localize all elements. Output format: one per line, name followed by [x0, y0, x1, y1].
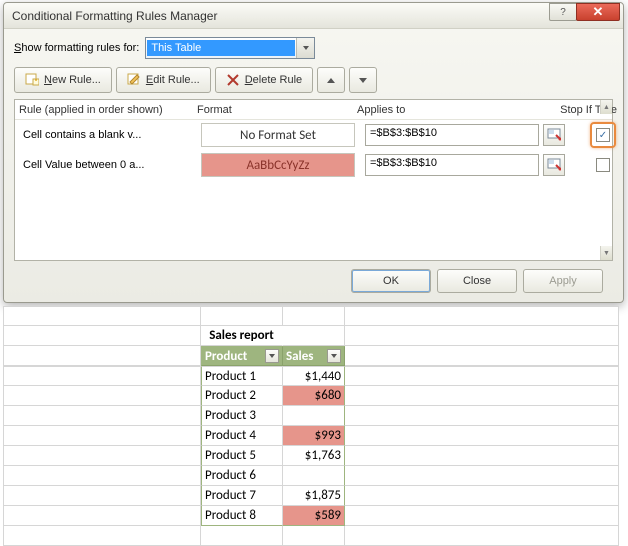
table-cell-sales[interactable]: $1,875: [283, 486, 345, 506]
table-cell-product[interactable]: Product 7: [201, 486, 283, 506]
col-applies: Applies to: [357, 104, 557, 116]
grid-cell[interactable]: [3, 526, 201, 546]
scroll-up-button[interactable]: ▲: [600, 100, 612, 114]
triangle-down-icon: [359, 78, 367, 83]
table-cell-sales[interactable]: $680: [283, 386, 345, 406]
grid-cell[interactable]: [3, 506, 201, 526]
show-rules-for-value: This Table: [147, 40, 295, 56]
table-cell-sales[interactable]: $1,763: [283, 446, 345, 466]
range-selector-button[interactable]: [543, 154, 565, 176]
grid-cell[interactable]: [345, 366, 619, 386]
rule-row[interactable]: Cell Value between 0 a... AaBbCcYyZz =$B$3…: [15, 150, 612, 180]
table-header-sales[interactable]: Sales: [283, 346, 345, 366]
table-cell-product[interactable]: Product 4: [201, 426, 283, 446]
grid-cell[interactable]: [345, 306, 619, 326]
table-cell-sales[interactable]: [283, 406, 345, 426]
grid-cell[interactable]: [3, 326, 201, 346]
stop-if-true-wrap: [573, 158, 628, 172]
grid-cell[interactable]: [283, 326, 345, 346]
dialog-title: Conditional Formatting Rules Manager: [12, 9, 312, 23]
grid-cell[interactable]: [3, 466, 201, 486]
col-rule: Rule (applied in order shown): [19, 104, 197, 116]
filter-button[interactable]: [265, 349, 279, 363]
grid-cell[interactable]: [345, 466, 619, 486]
range-selector-icon: [547, 128, 561, 142]
move-up-button[interactable]: [317, 67, 345, 93]
edit-rule-button[interactable]: Edit Rule...: [116, 67, 211, 93]
grid-cell[interactable]: [201, 306, 283, 326]
delete-icon: [226, 73, 240, 87]
grid-cell[interactable]: [345, 426, 619, 446]
grid-cell[interactable]: [345, 326, 619, 346]
table-cell-sales[interactable]: $1,440: [283, 366, 345, 386]
table-cell-product[interactable]: Product 1: [201, 366, 283, 386]
table-cell-product[interactable]: Product 6: [201, 466, 283, 486]
stop-if-true-wrap: ✓: [573, 122, 628, 148]
table-header-product[interactable]: Product: [201, 346, 283, 366]
apply-button[interactable]: Apply: [523, 269, 603, 293]
grid-cell[interactable]: [345, 346, 619, 366]
new-rule-button[interactable]: New Rule...: [14, 67, 112, 93]
close-button[interactable]: Close: [437, 269, 517, 293]
stop-if-true-checkbox[interactable]: ✓: [596, 128, 610, 142]
table-cell-product[interactable]: Product 2: [201, 386, 283, 406]
new-rule-icon: [25, 73, 39, 87]
ok-button[interactable]: OK: [351, 269, 431, 293]
grid-cell[interactable]: [345, 386, 619, 406]
spreadsheet[interactable]: Sales report Product Sales Product 1$1,4…: [3, 306, 625, 546]
table-cell-sales[interactable]: $993: [283, 426, 345, 446]
grid-cell[interactable]: [3, 446, 201, 466]
table-cell-sales[interactable]: $589: [283, 506, 345, 526]
scroll-down-button[interactable]: ▼: [600, 246, 612, 260]
table-cell-product[interactable]: Product 3: [201, 406, 283, 426]
grid-cell[interactable]: [201, 526, 283, 546]
table-cell-product[interactable]: Product 5: [201, 446, 283, 466]
format-preview: AaBbCcYyZz: [201, 153, 355, 177]
titlebar: Conditional Formatting Rules Manager ? ✕: [4, 3, 623, 29]
applies-to-input[interactable]: =$B$3:$B$10: [365, 124, 539, 146]
grid-cell[interactable]: [345, 406, 619, 426]
triangle-up-icon: [327, 78, 335, 83]
grid-cell[interactable]: [345, 526, 619, 546]
table-cell-product[interactable]: Product 8: [201, 506, 283, 526]
rules-list: Rule (applied in order shown) Format App…: [14, 99, 613, 261]
range-selector-button[interactable]: [543, 124, 565, 146]
col-format: Format: [197, 104, 357, 116]
rule-name: Cell contains a blank v...: [23, 129, 197, 141]
help-button[interactable]: ?: [549, 3, 577, 21]
delete-rule-button[interactable]: Delete Rule: [215, 67, 314, 93]
filter-button[interactable]: [327, 349, 341, 363]
show-rules-for-combo[interactable]: This Table: [145, 37, 315, 59]
window-close-button[interactable]: ✕: [576, 3, 620, 21]
grid-cell[interactable]: [345, 506, 619, 526]
move-down-button[interactable]: [349, 67, 377, 93]
rules-header: Rule (applied in order shown) Format App…: [15, 100, 612, 120]
grid-cell[interactable]: [3, 406, 201, 426]
grid-cell[interactable]: [283, 526, 345, 546]
edit-rule-icon: [127, 73, 141, 87]
grid-cell[interactable]: [3, 366, 201, 386]
chevron-down-icon: [296, 38, 314, 58]
grid-cell[interactable]: [3, 386, 201, 406]
stop-if-true-checkbox[interactable]: [596, 158, 610, 172]
grid-cell[interactable]: [283, 306, 345, 326]
range-selector-icon: [547, 158, 561, 172]
applies-to-input[interactable]: =$B$3:$B$10: [365, 154, 539, 176]
rule-row[interactable]: Cell contains a blank v... No Format Set =…: [15, 120, 612, 150]
show-rules-for-label: Show formatting rules for:: [14, 42, 139, 54]
report-title[interactable]: Sales report: [201, 326, 283, 346]
grid-cell[interactable]: [3, 346, 201, 366]
grid-cell[interactable]: [3, 486, 201, 506]
cfrm-dialog: Conditional Formatting Rules Manager ? ✕…: [3, 2, 624, 303]
rule-name: Cell Value between 0 a...: [23, 159, 197, 171]
grid-cell[interactable]: [3, 306, 201, 326]
grid-cell[interactable]: [345, 486, 619, 506]
format-preview: No Format Set: [201, 123, 355, 147]
table-cell-sales[interactable]: [283, 466, 345, 486]
grid-cell[interactable]: [345, 446, 619, 466]
grid-cell[interactable]: [3, 426, 201, 446]
